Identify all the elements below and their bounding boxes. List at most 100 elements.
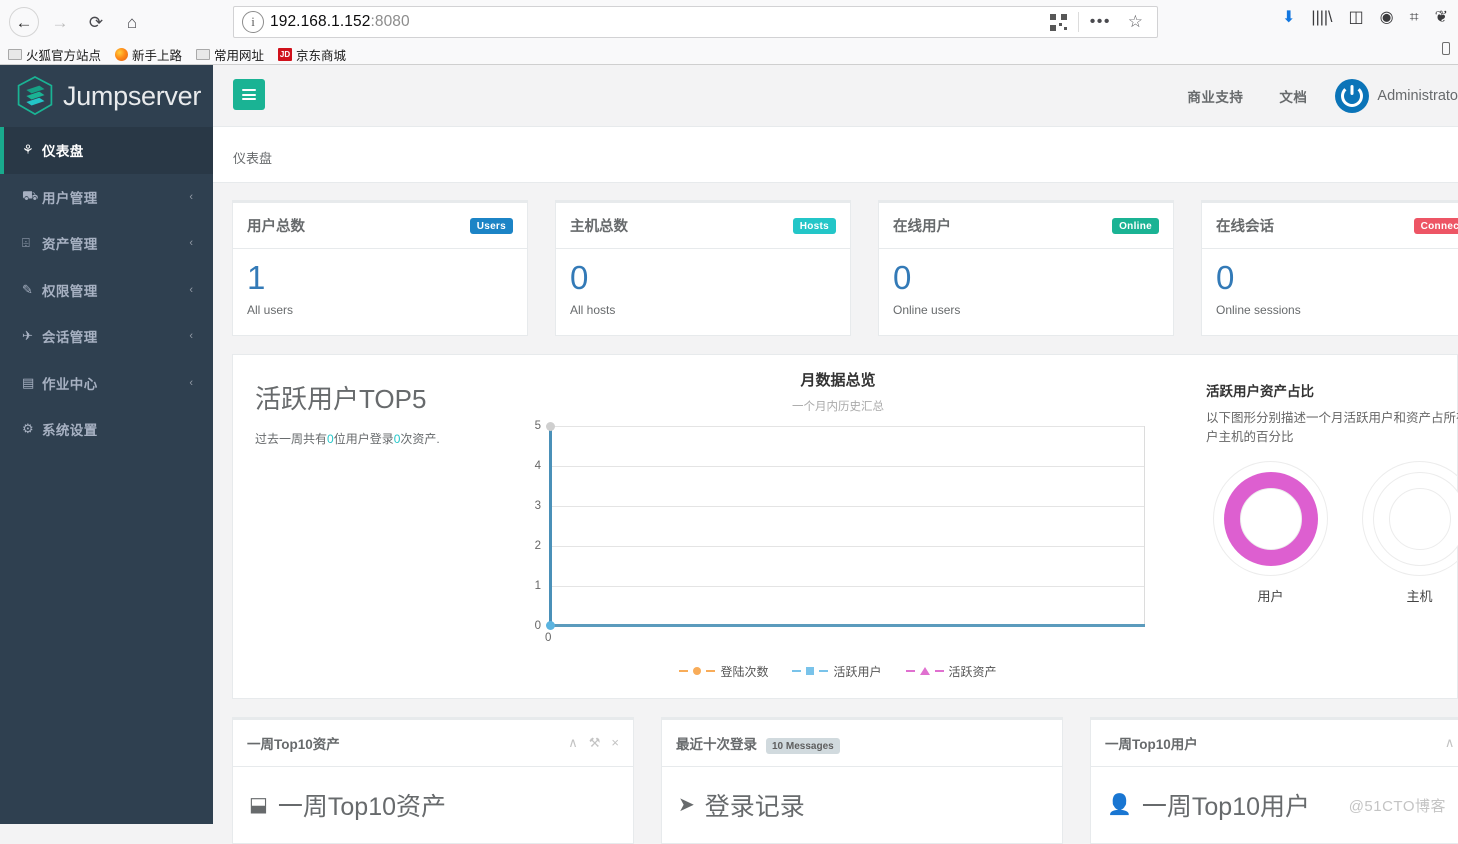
- avatar: [1335, 79, 1369, 113]
- bookmark-item[interactable]: JD 京东商城: [278, 45, 346, 64]
- status-badge: Users: [470, 218, 513, 234]
- reload-button[interactable]: ⟳: [81, 7, 111, 37]
- screenshot-icon[interactable]: ⌗: [1410, 10, 1419, 26]
- collapse-icon[interactable]: ∧: [568, 735, 578, 751]
- donut-chart-users: 用户: [1206, 461, 1335, 605]
- site-info-icon[interactable]: i: [242, 11, 264, 33]
- panel-top10-assets: 一周Top10资产 ∧ ⚒ × ⬓ 一周Top10资产: [232, 717, 634, 844]
- plot-grid: 5 4 3 2 1 0: [550, 426, 1145, 626]
- donut-ring: [1373, 472, 1458, 566]
- gridline: [550, 586, 1144, 587]
- panel-body: ⬓ 一周Top10资产: [233, 767, 633, 843]
- page-actions-icon[interactable]: •••: [1090, 13, 1111, 31]
- legend-item-logins[interactable]: 登陆次数: [679, 663, 768, 680]
- sidebar-item-settings[interactable]: ⚙ 系统设置: [0, 406, 213, 453]
- panel-tools: ∧ ⚒ ×: [568, 735, 619, 751]
- commercial-support-link[interactable]: 商业支持: [1169, 86, 1261, 106]
- forward-button[interactable]: →: [45, 7, 75, 37]
- y-axis-tick: 3: [535, 500, 541, 512]
- panel-top10-users: 一周Top10用户 ∧ ⚒ 👤 一周Top10用户: [1090, 717, 1458, 844]
- watermark: @51CTO博客: [1349, 795, 1446, 816]
- chart-title: 月数据总览: [488, 369, 1188, 390]
- folder-icon: [196, 49, 210, 60]
- top5-description: 过去一周共有0位用户登录0次资产.: [255, 430, 488, 447]
- sidebar: Jumpserver ⚘ 仪表盘 ⛟ 用户管理 ‹ ⌹ 资产管理 ‹ ✎ 权限管…: [0, 65, 213, 824]
- stat-card-header: 在线用户 Online: [879, 203, 1173, 249]
- brand-name: Jumpserver: [63, 81, 201, 112]
- sidebar-item-dashboard[interactable]: ⚘ 仪表盘: [0, 127, 213, 174]
- legend-marker-square-icon: [806, 667, 814, 675]
- y-axis-line: [549, 426, 552, 626]
- stat-sublabel: Online sessions: [1216, 303, 1458, 317]
- close-icon[interactable]: ×: [611, 735, 619, 751]
- panel-recent-logins: 最近十次登录10 Messages ➤ 登录记录: [661, 717, 1063, 844]
- docs-link[interactable]: 文档: [1261, 86, 1325, 106]
- responsive-mode-icon[interactable]: [1442, 42, 1450, 55]
- stat-card-header: 在线会话 Connected: [1202, 203, 1458, 249]
- sidebar-item-jobs[interactable]: ▤ 作业中心 ‹: [0, 360, 213, 407]
- collapse-icon[interactable]: ∧: [1445, 735, 1455, 751]
- downloads-icon[interactable]: ⬇: [1282, 10, 1295, 26]
- active-ratio-section: 活跃用户资产占比 以下图形分别描述一个月活跃用户和资产占所有用户主机的百分比 用…: [1188, 355, 1458, 698]
- stat-card-header: 主机总数 Hosts: [556, 203, 850, 249]
- panel-body-title: 一周Top10资产: [278, 787, 446, 823]
- menu-toggle-button[interactable]: [233, 79, 265, 110]
- stat-card-body: 0 All hosts: [556, 249, 850, 335]
- stat-card-online-users: 在线用户 Online 0 Online users: [878, 200, 1174, 336]
- user-menu[interactable]: Administrato: [1325, 79, 1458, 113]
- monthly-overview-chart: 月数据总览 一个月内历史汇总 5 4 3 2 1 0: [488, 355, 1188, 698]
- chevron-left-icon: ‹: [189, 377, 193, 389]
- panel-body-heading: ⬓ 一周Top10资产: [249, 787, 617, 823]
- account-icon[interactable]: ◉: [1380, 10, 1394, 26]
- bottom-panels: 一周Top10资产 ∧ ⚒ × ⬓ 一周Top10资产 最近十次登录10 Mes…: [213, 699, 1458, 844]
- status-badge: Connected: [1414, 218, 1458, 234]
- legend-label: 活跃用户: [833, 663, 881, 680]
- stat-card-online-sessions: 在线会话 Connected 0 Online sessions: [1201, 200, 1458, 336]
- brand-logo-area[interactable]: Jumpserver: [0, 65, 213, 127]
- pocket-icon[interactable]: ❦: [1435, 10, 1448, 26]
- gridline: [550, 546, 1144, 547]
- stat-value: 1: [247, 261, 513, 296]
- top5-desc-mid: 位用户登录: [334, 432, 394, 446]
- donut-ring: [1224, 472, 1318, 566]
- legend-item-active-users[interactable]: 活跃用户: [792, 663, 881, 680]
- library-icon[interactable]: ||||\: [1311, 10, 1332, 26]
- chart-plot-area: 5 4 3 2 1 0 0: [488, 426, 1188, 656]
- sidebar-toggle-icon[interactable]: ◫: [1348, 10, 1363, 26]
- panel-body-heading: ➤ 登录记录: [678, 787, 1046, 823]
- address-bar[interactable]: i 192.168.1.152:8080 ••• ☆: [233, 6, 1158, 38]
- bookmark-item[interactable]: 新手上路: [115, 45, 182, 64]
- sidebar-item-sessions[interactable]: ✈ 会话管理 ‹: [0, 313, 213, 360]
- sidebar-nav: ⚘ 仪表盘 ⛟ 用户管理 ‹ ⌹ 资产管理 ‹ ✎ 权限管理 ‹ ✈ 会话管理 …: [0, 127, 213, 453]
- legend-line: [935, 670, 944, 672]
- qr-code-icon[interactable]: [1050, 14, 1067, 31]
- legend-marker-triangle-icon: [920, 667, 930, 675]
- bookmark-item[interactable]: 火狐官方站点: [8, 45, 101, 64]
- bookmark-label: 火狐官方站点: [26, 45, 101, 64]
- top5-title: 活跃用户TOP5: [255, 379, 488, 416]
- x-axis-line: [549, 624, 1145, 627]
- bookmark-item[interactable]: 常用网址: [196, 45, 264, 64]
- back-button[interactable]: ←: [9, 7, 39, 37]
- sidebar-item-users[interactable]: ⛟ 用户管理 ‹: [0, 174, 213, 221]
- stat-title: 主机总数: [570, 215, 628, 236]
- bookmark-star-icon[interactable]: ☆: [1128, 12, 1143, 32]
- chevron-left-icon: ‹: [189, 237, 193, 249]
- users-icon: ⛟: [22, 188, 42, 206]
- wrench-icon[interactable]: ⚒: [589, 735, 601, 751]
- stat-title: 在线会话: [1216, 215, 1274, 236]
- legend-item-active-assets[interactable]: 活跃资产: [906, 663, 997, 680]
- y-axis-cap-marker: [546, 422, 555, 431]
- stat-value: 0: [893, 261, 1159, 296]
- donut-outer: [1213, 461, 1328, 576]
- sidebar-item-assets[interactable]: ⌹ 资产管理 ‹: [0, 220, 213, 267]
- stat-card-body: 0 Online users: [879, 249, 1173, 335]
- legend-line: [792, 670, 801, 672]
- stat-sublabel: All users: [247, 303, 513, 317]
- url-port: :8080: [370, 13, 409, 30]
- stat-title: 用户总数: [247, 215, 305, 236]
- home-button[interactable]: ⌂: [117, 7, 147, 37]
- sidebar-item-permissions[interactable]: ✎ 权限管理 ‹: [0, 267, 213, 314]
- breadcrumb: 仪表盘: [233, 148, 272, 167]
- stat-card-users: 用户总数 Users 1 All users: [232, 200, 528, 336]
